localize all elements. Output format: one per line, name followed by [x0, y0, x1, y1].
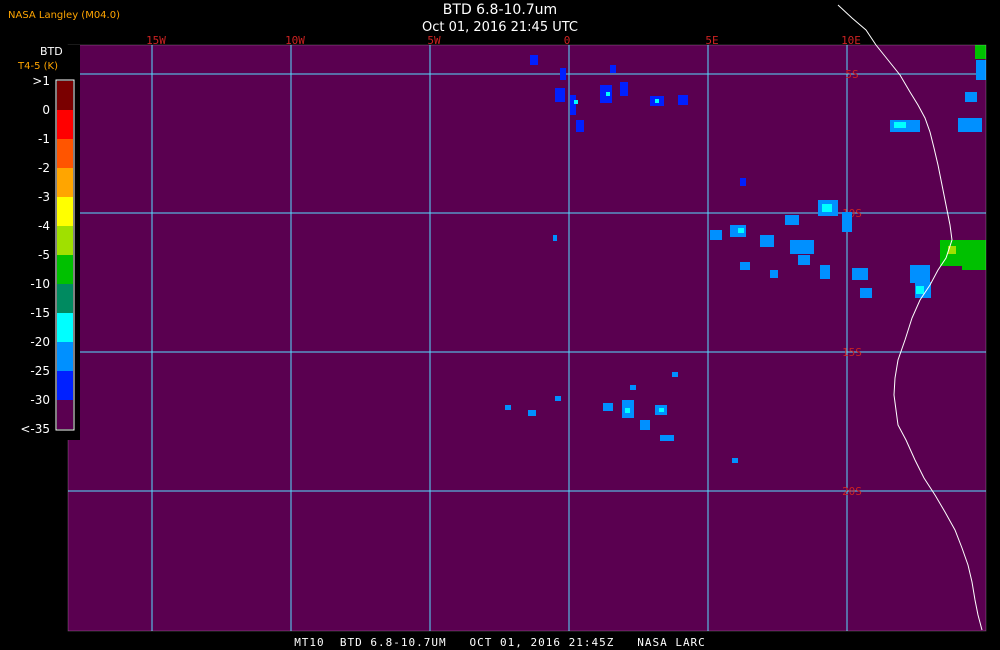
legend-label: -1 — [38, 132, 50, 146]
legend-swatch — [57, 400, 73, 429]
legend-swatch — [57, 226, 73, 255]
legend-swatch — [57, 81, 73, 110]
legend-label: -15 — [30, 306, 50, 320]
legend-label: -25 — [30, 364, 50, 378]
timestamp: Oct 01, 2016 21:45 UTC — [422, 20, 578, 35]
legend-label: -4 — [38, 219, 50, 233]
legend-swatch — [57, 342, 73, 371]
legend-swatches — [55, 79, 75, 431]
legend-label: -2 — [38, 161, 50, 175]
legend-label: -5 — [38, 248, 50, 262]
legend-label: -3 — [38, 190, 50, 204]
lat-label: 5S — [845, 68, 858, 81]
legend-swatch — [57, 168, 73, 197]
lat-label: 15S — [842, 346, 862, 359]
legend-title: BTD — [40, 45, 63, 58]
legend-label: -10 — [30, 277, 50, 291]
legend-label: <-35 — [20, 422, 50, 436]
legend-swatch — [57, 371, 73, 400]
lat-label: 20S — [842, 485, 862, 498]
legend-swatch — [57, 110, 73, 139]
legend-label: 0 — [42, 103, 50, 117]
legend-unit: T4-5 (K) — [18, 61, 58, 72]
map-background — [68, 45, 986, 631]
legend-swatch — [57, 284, 73, 313]
product-title: BTD 6.8-10.7um — [442, 2, 558, 18]
legend-swatch — [57, 139, 73, 168]
legend-label: >1 — [32, 74, 50, 88]
legend-label: -20 — [30, 335, 50, 349]
legend-swatch — [57, 197, 73, 226]
legend-swatch — [57, 313, 73, 342]
footer-caption: MT10 BTD 6.8-10.7UM OCT 01, 2016 21:45Z … — [294, 636, 706, 649]
legend-label: -30 — [30, 393, 50, 407]
legend-swatch — [57, 255, 73, 284]
